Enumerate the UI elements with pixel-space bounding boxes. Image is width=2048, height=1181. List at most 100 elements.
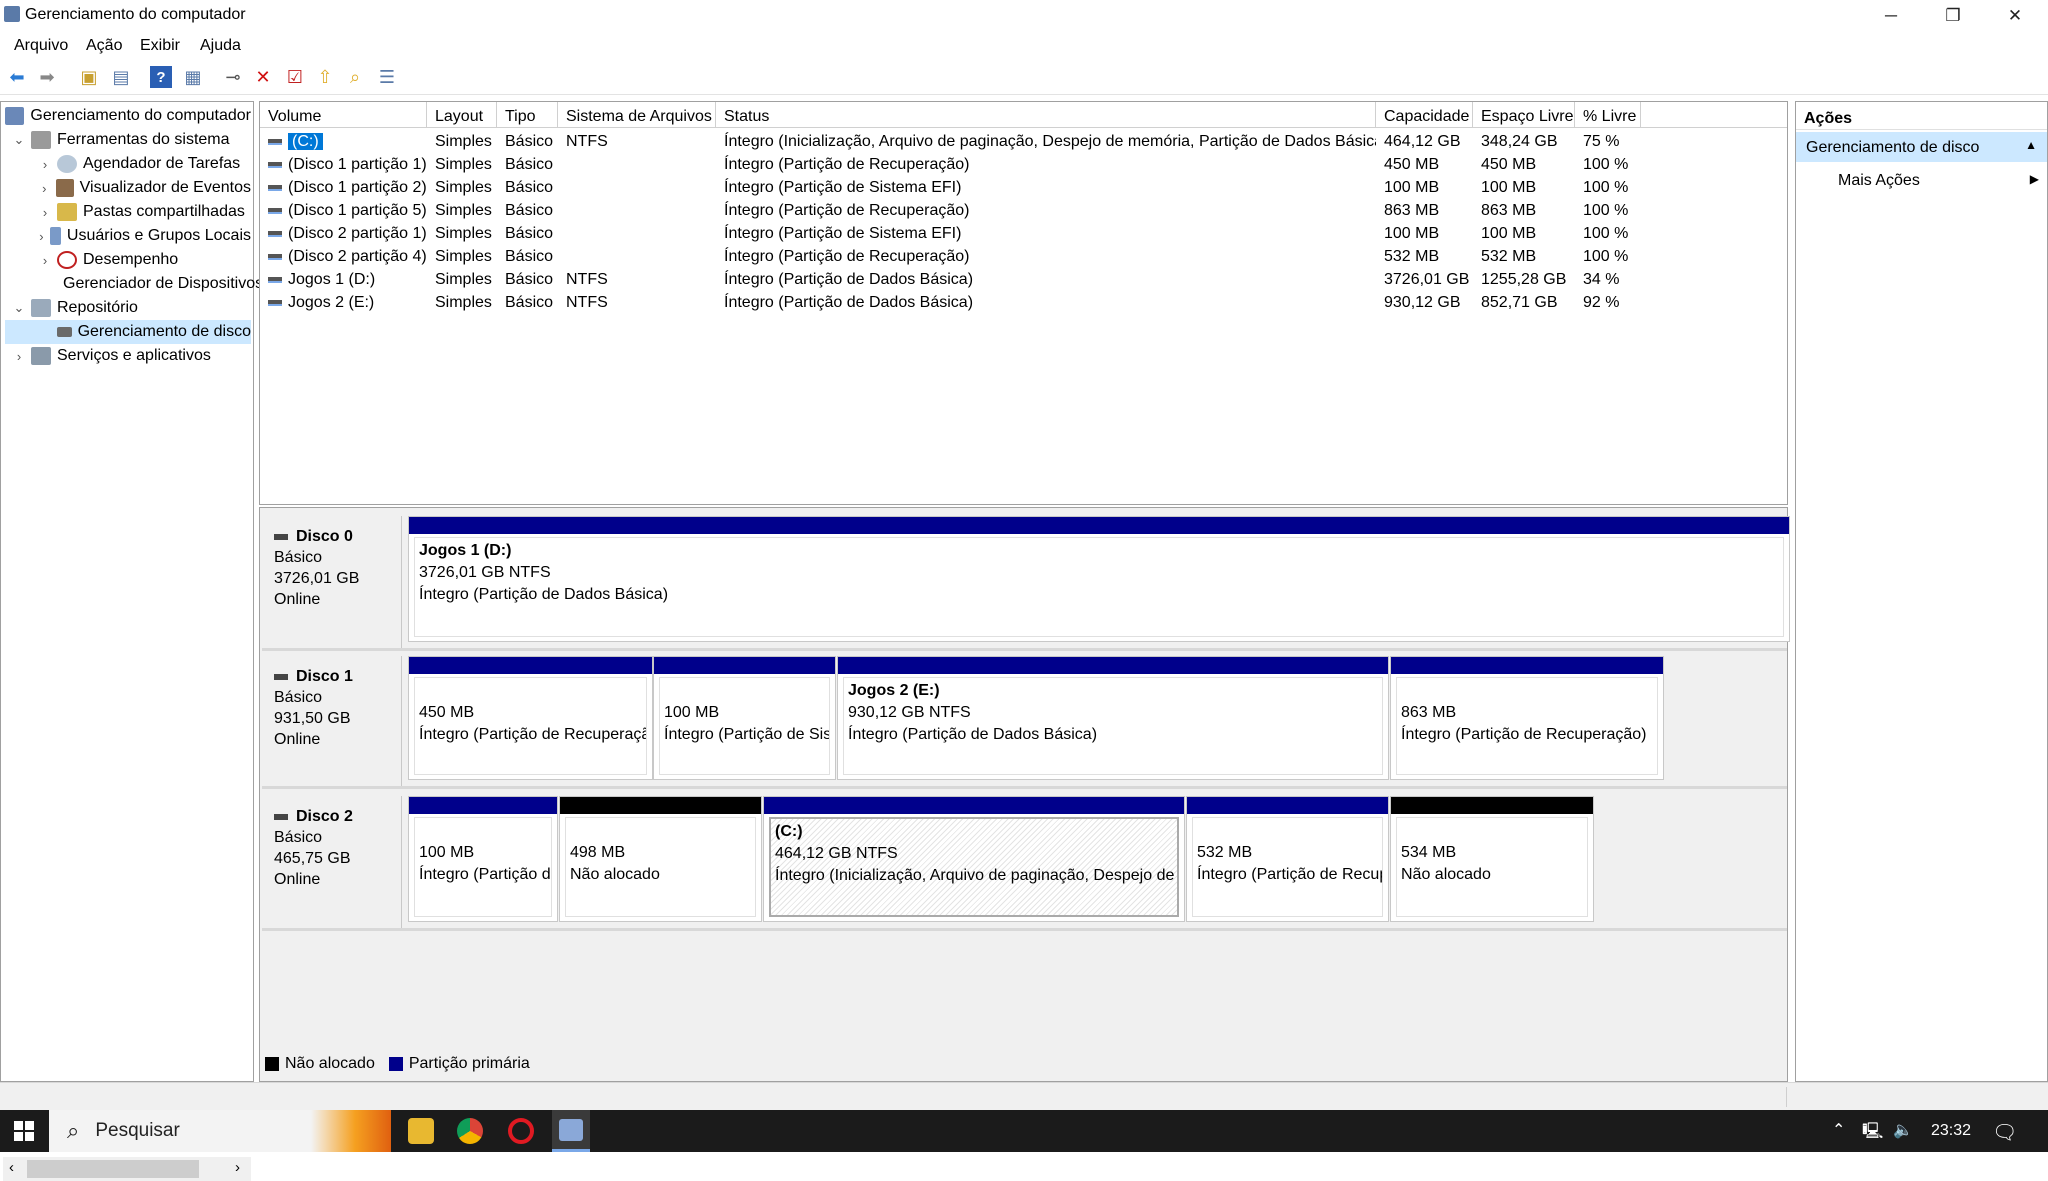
up-folder-icon[interactable]: ▣ — [78, 66, 100, 88]
start-button[interactable] — [0, 1110, 48, 1152]
volume-row[interactable]: Jogos 2 (E:) Simples Básico NTFS Íntegro (Pa… — [260, 291, 1787, 314]
disk-label-1[interactable]: Disco 1 Básico 931,50 GB Online — [262, 656, 402, 788]
volume-icon[interactable]: 🔈 — [1893, 1120, 1913, 1140]
opera-icon[interactable] — [508, 1118, 534, 1144]
forward-icon[interactable]: ➡ — [36, 66, 58, 88]
back-icon[interactable]: ⬅ — [6, 66, 28, 88]
chevron-right-icon[interactable]: › — [37, 229, 46, 244]
help-icon[interactable]: ? — [150, 66, 172, 88]
chevron-right-icon[interactable]: › — [37, 205, 53, 220]
volume-row[interactable]: (Disco 2 partição 4) Simples Básico Íntegro… — [260, 245, 1787, 268]
more-actions-item[interactable]: Mais Ações ▶ — [1796, 164, 2047, 194]
col-header-filler — [1641, 102, 1787, 128]
actions-section-disk-management[interactable]: Gerenciamento de disco ▲ — [1796, 132, 2047, 162]
partition-details: 100 MB Íntegro (Partição de Sistema EFI) — [414, 817, 552, 917]
volume-cell-percent-free: 100 % — [1583, 202, 1629, 219]
network-icon[interactable]: 🖳 — [1862, 1120, 1883, 1147]
volume-row[interactable]: (C:) Simples Básico NTFS Íntegro (Inicializa… — [260, 130, 1787, 153]
volume-drive-icon — [268, 161, 282, 168]
tree-item-root[interactable]: Gerenciamento do computador — [5, 104, 251, 128]
partition-type-bar — [1391, 797, 1593, 814]
delete-icon[interactable]: ✕ — [252, 66, 274, 88]
menu-arquivo[interactable]: Arquivo — [14, 37, 68, 55]
partition-block[interactable]: 498 MB Não alocado — [559, 796, 762, 922]
console-tree-icon[interactable]: ▤ — [110, 66, 132, 88]
volume-cell-volume: (Disco 1 partição 5) — [260, 199, 427, 222]
col-header-status[interactable]: Status — [716, 102, 1376, 128]
notifications-icon[interactable]: 🗨 — [1992, 1120, 2017, 1145]
volume-row[interactable]: (Disco 1 partição 2) Simples Básico Íntegro… — [260, 176, 1787, 199]
col-header-free-space[interactable]: Espaço Livre — [1473, 102, 1575, 128]
partition-block[interactable]: Jogos 1 (D:) 3726,01 GB NTFS Íntegro (Part… — [408, 516, 1790, 642]
volume-row[interactable]: (Disco 1 partição 1) Simples Básico Íntegro… — [260, 153, 1787, 176]
volume-cell-layout: Simples — [435, 179, 492, 196]
chevron-down-icon[interactable]: ⌄ — [11, 300, 27, 316]
minimize-button[interactable]: ─ — [1860, 0, 1922, 31]
volume-cell-layout: Simples — [435, 225, 492, 242]
menu-exibir[interactable]: Exibir — [140, 37, 180, 55]
disk-state: Online — [274, 591, 321, 608]
volume-drive-icon — [268, 138, 282, 145]
folder-up-icon[interactable]: ⇧ — [314, 66, 336, 88]
partition-block[interactable]: 534 MB Não alocado — [1390, 796, 1594, 922]
chevron-right-icon[interactable]: › — [11, 349, 27, 364]
volume-row[interactable]: (Disco 1 partição 5) Simples Básico Íntegro… — [260, 199, 1787, 222]
tree-item-disk-management[interactable]: Gerenciamento de disco — [5, 320, 251, 344]
partition-block[interactable]: (C:) 464,12 GB NTFS Íntegro (Inicialização… — [763, 796, 1185, 922]
tree-item-services-apps[interactable]: › Serviços e aplicativos — [5, 344, 251, 368]
file-explorer-icon[interactable] — [408, 1118, 434, 1144]
computer-management-taskbar-icon[interactable] — [552, 1110, 590, 1152]
col-header-type[interactable]: Tipo — [497, 102, 558, 128]
col-header-percent-free[interactable]: % Livre — [1575, 102, 1641, 128]
disk-icon — [274, 813, 288, 820]
properties-icon[interactable]: ☰ — [376, 66, 398, 88]
tree-item-system-tools[interactable]: ⌄ Ferramentas do sistema — [5, 128, 251, 152]
menu-acao[interactable]: Ação — [86, 37, 122, 55]
scroll-right-icon[interactable]: › — [235, 1159, 240, 1176]
volume-row[interactable]: (Disco 2 partição 1) Simples Básico Íntegro… — [260, 222, 1787, 245]
close-button[interactable]: ✕ — [1984, 0, 2046, 31]
restore-button[interactable]: ❐ — [1922, 0, 1984, 31]
tree-horizontal-scrollbar[interactable]: ‹ › — [3, 1157, 251, 1181]
volume-cell-percent-free: 100 % — [1583, 248, 1629, 265]
show-hidden-icons-icon[interactable]: ⌃ — [1832, 1120, 1845, 1140]
search-folder-icon[interactable]: ⌕ — [344, 66, 366, 88]
partition-block[interactable]: 450 MB Íntegro (Partição de Recuperação) — [408, 656, 653, 780]
partition-block[interactable]: 863 MB Íntegro (Partição de Recuperação) — [1390, 656, 1664, 780]
check-icon[interactable]: ☑ — [284, 66, 306, 88]
tree-item-users-groups[interactable]: › Usuários e Grupos Locais — [5, 224, 251, 248]
menu-ajuda[interactable]: Ajuda — [200, 37, 241, 55]
chevron-down-icon[interactable]: ⌄ — [11, 132, 27, 148]
tree-item-performance[interactable]: › Desempenho — [5, 248, 251, 272]
chrome-icon[interactable] — [457, 1118, 483, 1144]
tree-item-shared-folders[interactable]: › Pastas compartilhadas — [5, 200, 251, 224]
col-header-layout[interactable]: Layout — [427, 102, 497, 128]
col-header-filesystem[interactable]: Sistema de Arquivos — [558, 102, 716, 128]
col-header-volume[interactable]: Volume — [260, 102, 427, 128]
scroll-left-icon[interactable]: ‹ — [9, 1159, 14, 1176]
tree-item-storage[interactable]: ⌄ Repositório — [5, 296, 251, 320]
col-header-capacity[interactable]: Capacidade — [1376, 102, 1473, 128]
tree-item-device-manager[interactable]: Gerenciador de Dispositivos — [5, 272, 263, 296]
tree-item-event-viewer[interactable]: › Visualizador de Eventos — [5, 176, 251, 200]
connect-icon[interactable]: ⊸ — [222, 66, 244, 88]
tree-item-task-scheduler[interactable]: › Agendador de Tarefas — [5, 152, 251, 176]
clock[interactable]: 23:32 — [1931, 1122, 1971, 1140]
chevron-right-icon[interactable]: › — [37, 253, 53, 268]
partition-block[interactable]: 100 MB Íntegro (Partição de Sistema EFI) — [653, 656, 836, 780]
collapse-up-icon[interactable]: ▲ — [2025, 138, 2037, 152]
partition-block[interactable]: 100 MB Íntegro (Partição de Sistema EFI) — [408, 796, 558, 922]
scrollbar-thumb[interactable] — [27, 1160, 199, 1178]
partition-block[interactable]: Jogos 2 (E:) 930,12 GB NTFS Íntegro (Parti… — [837, 656, 1389, 780]
partition-block[interactable]: 532 MB Íntegro (Partição de Recuperação) — [1186, 796, 1389, 922]
taskbar-search[interactable]: ⌕ Pesquisar — [49, 1110, 391, 1152]
show-pane-icon[interactable]: ▦ — [182, 66, 204, 88]
volume-cell-free-space: 100 MB — [1481, 179, 1537, 196]
disk-label-0[interactable]: Disco 0 Básico 3726,01 GB Online — [262, 516, 402, 650]
volume-row[interactable]: Jogos 1 (D:) Simples Básico NTFS Íntegro (Pa… — [260, 268, 1787, 291]
partition-title — [1401, 680, 1652, 702]
chevron-right-icon[interactable]: › — [37, 157, 53, 172]
disk-label-2[interactable]: Disco 2 Básico 465,75 GB Online — [262, 796, 402, 930]
chevron-right-icon[interactable]: › — [37, 181, 52, 196]
volume-cell-status: Íntegro (Partição de Recuperação) — [724, 202, 970, 219]
